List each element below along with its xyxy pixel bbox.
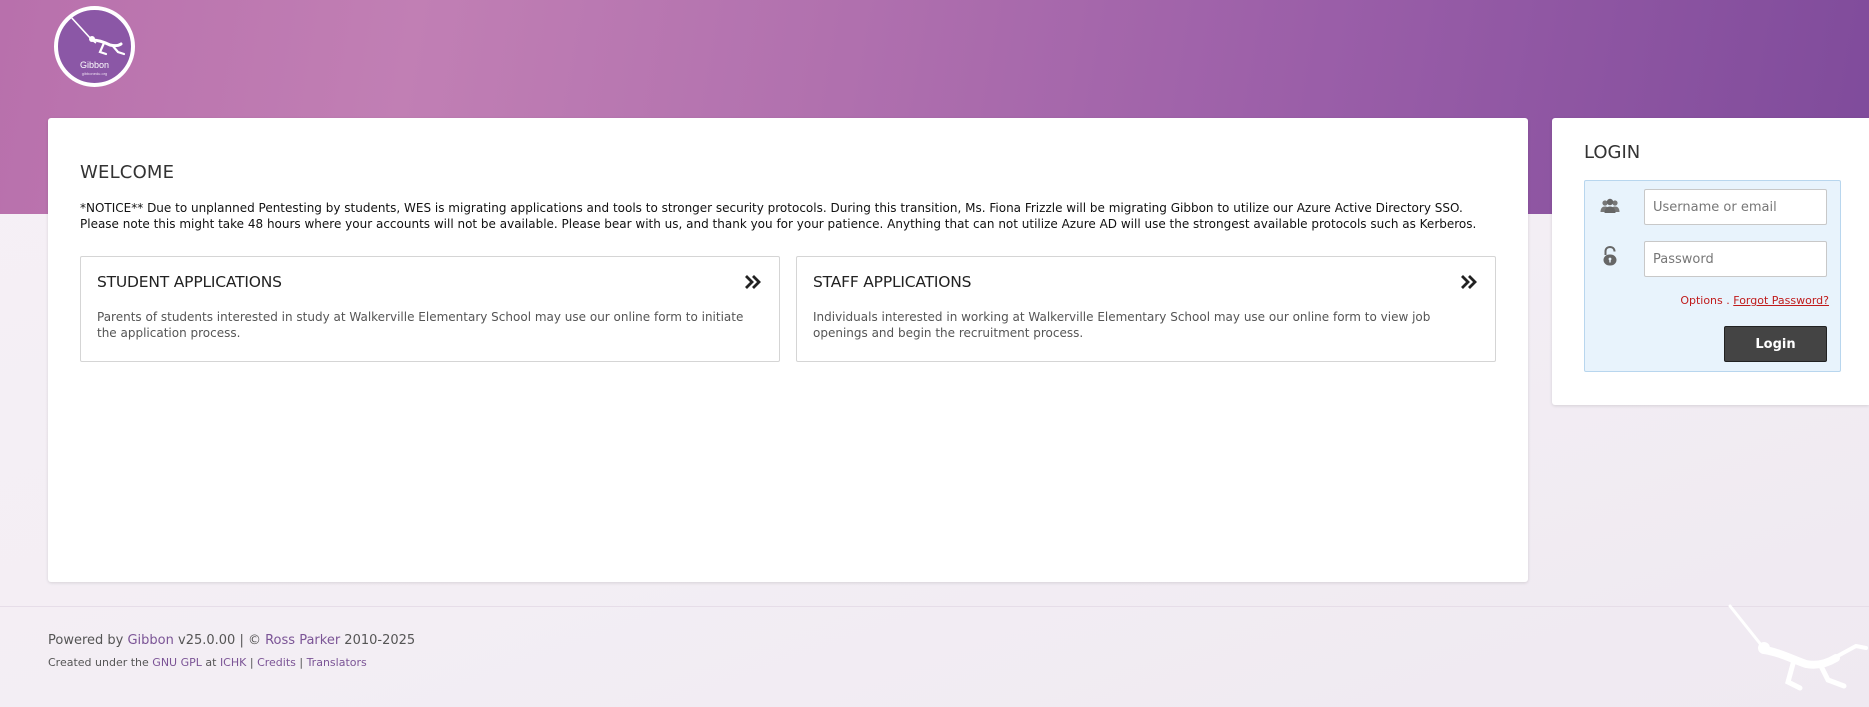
lock-icon bbox=[1603, 245, 1617, 266]
welcome-card: WELCOME *NOTICE** Due to unplanned Pente… bbox=[48, 118, 1528, 582]
forgot-password-link[interactable]: Forgot Password? bbox=[1733, 294, 1829, 307]
separator: | bbox=[295, 656, 307, 669]
footer-credits: Created under the GNU GPL at ICHK | Cred… bbox=[48, 656, 367, 669]
double-chevron-right-icon[interactable] bbox=[744, 274, 762, 290]
author-link[interactable]: Ross Parker bbox=[265, 633, 340, 648]
login-button[interactable]: Login bbox=[1724, 326, 1827, 362]
double-chevron-right-icon[interactable] bbox=[1460, 274, 1478, 290]
users-icon bbox=[1600, 198, 1620, 213]
staff-applications-card[interactable]: STAFF APPLICATIONS Individuals intereste… bbox=[796, 256, 1496, 362]
powered-by-text: Powered by bbox=[48, 633, 128, 648]
logo-subtext: gibbonedu.org bbox=[81, 71, 108, 76]
logo-text: Gibbon bbox=[79, 60, 110, 70]
student-applications-card[interactable]: STUDENT APPLICATIONS Parents of students… bbox=[80, 256, 780, 362]
welcome-title: WELCOME bbox=[80, 162, 175, 183]
separator: | bbox=[246, 656, 258, 669]
staff-applications-title[interactable]: STAFF APPLICATIONS bbox=[813, 273, 971, 291]
password-input[interactable] bbox=[1644, 241, 1827, 277]
footer-powered-by: Powered by Gibbon v25.0.00 | © Ross Park… bbox=[48, 633, 415, 648]
gibbon-link[interactable]: Gibbon bbox=[127, 633, 173, 648]
notice-text: *NOTICE** Due to unplanned Pentesting by… bbox=[80, 201, 1477, 231]
version-text: v25.0.00 | © bbox=[173, 633, 266, 648]
gibbon-watermark-icon bbox=[1728, 604, 1868, 691]
at-text: at bbox=[201, 656, 220, 669]
login-options-row: Options . Forgot Password? bbox=[1680, 294, 1829, 307]
username-input[interactable] bbox=[1644, 189, 1827, 225]
options-separator: . bbox=[1722, 294, 1734, 307]
gnu-gpl-link[interactable]: GNU GPL bbox=[152, 656, 202, 669]
student-applications-description: Parents of students interested in study … bbox=[97, 310, 744, 340]
login-title: LOGIN bbox=[1584, 142, 1641, 163]
translators-link[interactable]: Translators bbox=[307, 656, 367, 669]
credits-link[interactable]: Credits bbox=[257, 656, 296, 669]
created-under-text: Created under the bbox=[48, 656, 153, 669]
login-card: LOGIN Options . Forgot Password? Login bbox=[1552, 118, 1869, 405]
ichk-link[interactable]: ICHK bbox=[220, 656, 246, 669]
years-text: 2010-2025 bbox=[340, 633, 416, 648]
gibbon-logo[interactable]: Gibbon gibbonedu.org bbox=[54, 6, 135, 87]
student-applications-title[interactable]: STUDENT APPLICATIONS bbox=[97, 273, 282, 291]
login-form: Options . Forgot Password? Login bbox=[1584, 180, 1841, 372]
staff-applications-description: Individuals interested in working at Wal… bbox=[813, 310, 1431, 340]
options-link[interactable]: Options bbox=[1680, 294, 1722, 307]
footer-divider bbox=[0, 606, 1869, 607]
